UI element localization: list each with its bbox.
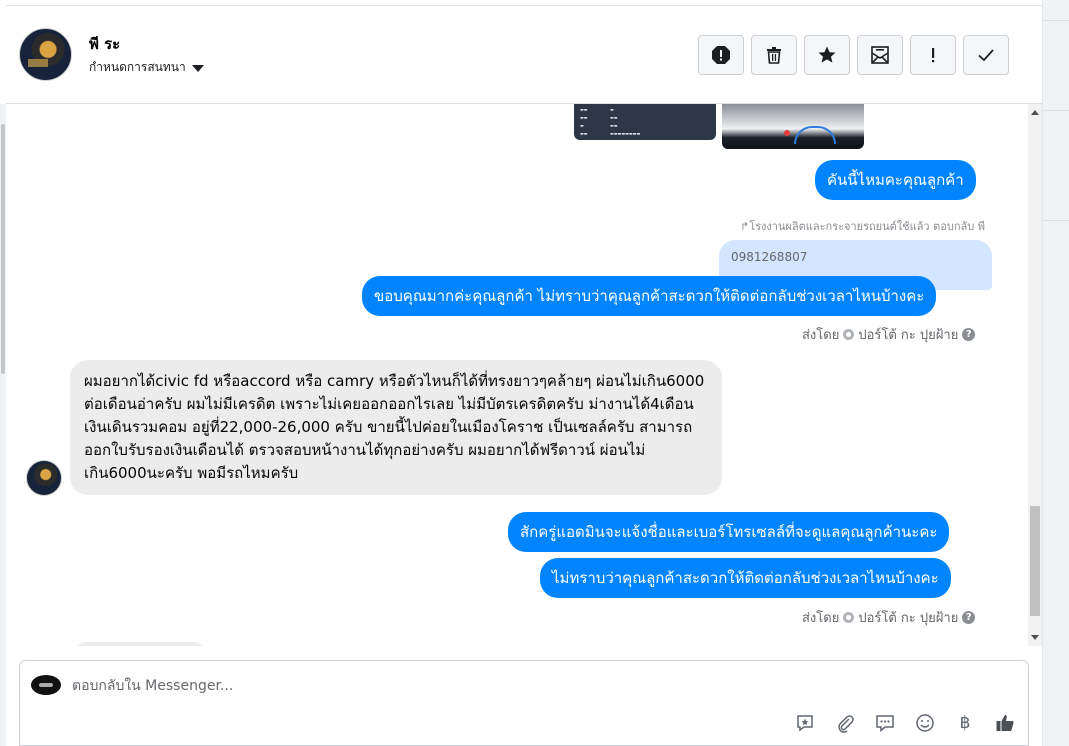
page-avatar	[31, 675, 61, 695]
report-button[interactable]	[698, 35, 744, 75]
sent-by-info: ส่งโดย ปอร์โต้ กะ ปุยฝ้าย ?	[802, 324, 976, 345]
attach-button[interactable]	[833, 711, 857, 735]
assign-conversation-label: กำหนดการสนทนา	[89, 60, 186, 74]
conversation-header: พี ระ กำหนดการสนทนา	[6, 5, 1042, 104]
caret-down-icon	[191, 65, 204, 72]
star-icon	[818, 46, 836, 63]
page-scroll-strip[interactable]	[1042, 0, 1069, 746]
gear-icon	[843, 612, 855, 623]
help-icon[interactable]: ?	[962, 328, 976, 341]
message-thread[interactable]: ▬▬ ▬ ▬▬ ▬▬ ▬ ▬▬ ▬▬ ▬▬▬▬▬▬▬▬ คันนี้ไหมคะคุณลู…	[6, 104, 1042, 646]
scroll-up-arrow-icon[interactable]	[1031, 110, 1039, 115]
shared-image-car-dashboard[interactable]	[722, 104, 864, 149]
reply-label: ↱โรงงานผลิตและกระจายรถยนต์ใช้แล้ว ตอบกลั…	[740, 220, 985, 233]
scroll-down-arrow-icon[interactable]	[1031, 635, 1039, 640]
check-icon	[978, 49, 994, 62]
contact-avatar-small[interactable]	[26, 460, 62, 496]
header-toolbar	[698, 35, 1009, 75]
outgoing-message[interactable]: ขอบคุณมากค่ะคุณลูกค้า ไม่ทราบว่าคุณลูกค้…	[362, 276, 937, 316]
sent-by-info: ส่งโดย ปอร์โต้ กะ ปุยฝ้าย ?	[802, 607, 976, 628]
star-button[interactable]	[804, 35, 850, 75]
left-scrollbar-thumb[interactable]	[1, 124, 5, 374]
gear-icon	[843, 329, 855, 340]
sender-name: ปอร์โต้ กะ ปุยฝ้าย	[858, 611, 959, 626]
assign-conversation-dropdown[interactable]: กำหนดการสนทนา	[89, 58, 204, 77]
thumbs-up-icon	[996, 715, 1014, 731]
incoming-message-partial[interactable]	[76, 642, 204, 646]
contact-name[interactable]: พี ระ	[89, 32, 120, 56]
delete-button[interactable]	[751, 35, 797, 75]
help-icon[interactable]: ?	[962, 611, 976, 624]
sent-by-label: ส่งโดย	[802, 611, 840, 626]
messenger-inbox-page: พี ระ กำหนดการสนทนา ▬▬ ▬ ▬▬ ▬▬ ▬ ▬▬ ▬▬ ▬…	[0, 0, 1069, 746]
saved-reply-icon	[797, 715, 813, 732]
chat-bubble-icon	[876, 715, 894, 733]
reply-composer: ฿	[19, 660, 1029, 746]
outgoing-message[interactable]: คันนี้ไหมคะคุณลูกค้า	[815, 160, 976, 200]
message-button[interactable]	[873, 711, 897, 735]
thread-scrollbar[interactable]	[1028, 104, 1042, 646]
outgoing-message[interactable]: ไม่ทราบว่าคุณลูกค้าสะดวกให้ติดต่อกลับช่ว…	[540, 558, 951, 598]
shared-image-details[interactable]: ▬▬ ▬ ▬▬ ▬▬ ▬ ▬▬ ▬▬ ▬▬▬▬▬▬▬▬	[574, 104, 716, 140]
incoming-message[interactable]: ผมอยากได้civic fd หรือaccord หรือ camry …	[70, 360, 722, 495]
baht-icon: ฿	[959, 713, 971, 733]
done-button[interactable]	[963, 35, 1009, 75]
trash-icon	[767, 47, 781, 64]
thread-scrollbar-thumb[interactable]	[1030, 506, 1040, 616]
smiley-icon	[916, 714, 934, 732]
mark-unread-icon	[871, 46, 889, 64]
reply-input[interactable]	[72, 675, 772, 697]
sender-name: ปอร์โต้ กะ ปุยฝ้าย	[858, 328, 959, 343]
important-icon	[932, 48, 935, 63]
mark-unread-button[interactable]	[857, 35, 903, 75]
sent-by-label: ส่งโดย	[802, 328, 840, 343]
saved-reply-button[interactable]	[793, 711, 817, 735]
emoji-button[interactable]	[913, 711, 937, 735]
report-icon	[712, 46, 730, 64]
contact-avatar[interactable]	[19, 28, 72, 81]
composer-actions: ฿	[793, 711, 1017, 735]
outgoing-message[interactable]: สักครู่แอดมินจะแจ้งชื่อและเบอร์โทรเซลล์ท…	[508, 512, 950, 552]
like-button[interactable]	[993, 711, 1017, 735]
payment-button[interactable]: ฿	[953, 711, 977, 735]
important-button[interactable]	[910, 35, 956, 75]
paperclip-icon	[838, 715, 854, 733]
